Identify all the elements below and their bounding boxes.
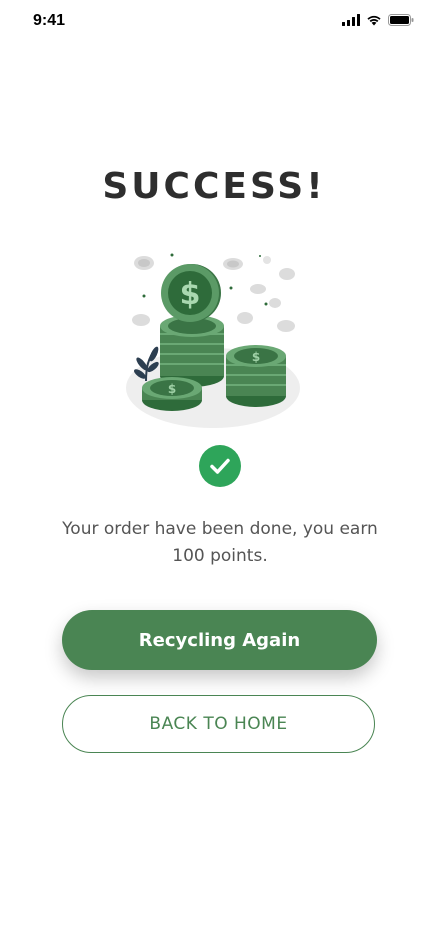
wifi-icon xyxy=(367,15,381,26)
status-icons xyxy=(342,14,414,26)
status-time: 9:41 xyxy=(33,12,66,29)
svg-text:$: $ xyxy=(180,277,201,312)
coins-illustration: $ $ $ xyxy=(126,253,300,428)
page-title: SUCCESS! xyxy=(102,166,326,207)
status-bar: 9:41 xyxy=(0,0,428,44)
success-message: Your order have been done, you earn 100 … xyxy=(62,519,378,566)
svg-text:$: $ xyxy=(252,350,260,364)
success-check-icon xyxy=(199,445,241,487)
battery-icon xyxy=(388,14,414,26)
back-to-home-button[interactable]: BACK TO HOME xyxy=(62,695,375,753)
svg-text:$: $ xyxy=(168,382,176,396)
recycling-again-button[interactable]: Recycling Again xyxy=(62,610,377,670)
cellular-signal-icon xyxy=(342,14,360,26)
